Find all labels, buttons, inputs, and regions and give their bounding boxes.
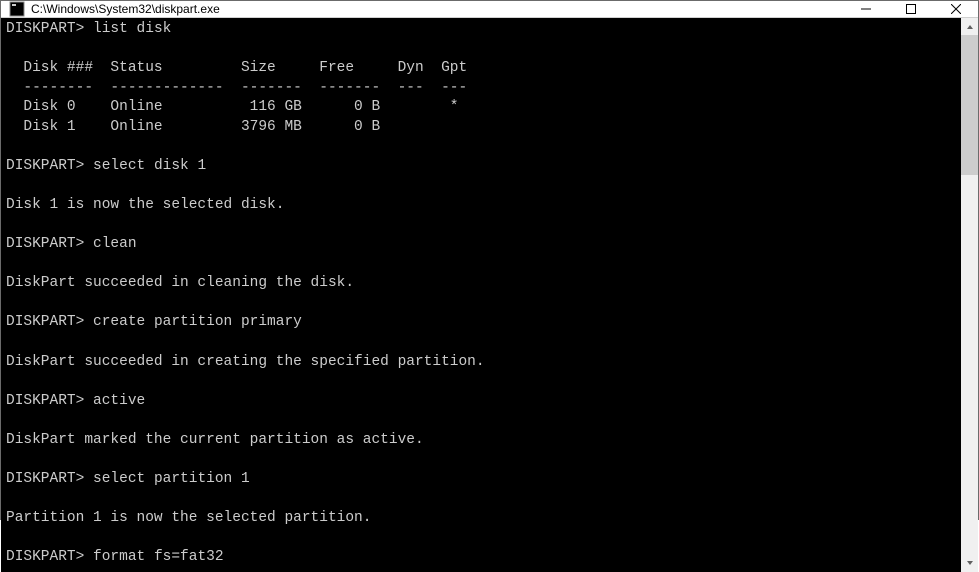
response-text: DiskPart marked the current partition as… — [6, 432, 424, 448]
vertical-scrollbar[interactable] — [961, 18, 978, 572]
table-divider: -------- ------------- ------- ------- -… — [6, 80, 467, 96]
table-row: Disk 1 Online 3796 MB 0 B — [6, 119, 380, 135]
close-button[interactable] — [933, 1, 978, 17]
window-title: C:\Windows\System32\diskpart.exe — [31, 2, 843, 16]
prompt: DISKPART> — [6, 236, 84, 252]
prompt: DISKPART> — [6, 314, 84, 330]
terminal-output[interactable]: DISKPART> list disk Disk ### Status Size… — [1, 18, 961, 572]
maximize-button[interactable] — [888, 1, 933, 17]
prompt: DISKPART> — [6, 21, 84, 37]
response-text: Disk 1 is now the selected disk. — [6, 197, 284, 213]
response-text: Partition 1 is now the selected partitio… — [6, 510, 371, 526]
window-controls — [843, 1, 978, 17]
command-text: select disk 1 — [93, 158, 206, 174]
prompt: DISKPART> — [6, 393, 84, 409]
prompt: DISKPART> — [6, 158, 84, 174]
app-window: C:\Windows\System32\diskpart.exe DISKPAR… — [0, 0, 979, 520]
prompt: DISKPART> — [6, 549, 84, 565]
prompt: DISKPART> — [6, 471, 84, 487]
command-text: select partition 1 — [93, 471, 250, 487]
scroll-up-button[interactable] — [961, 18, 978, 35]
table-row: Disk 0 Online 116 GB 0 B * — [6, 99, 458, 115]
table-header: Disk ### Status Size Free Dyn Gpt — [6, 60, 467, 76]
response-text: DiskPart succeeded in cleaning the disk. — [6, 275, 354, 291]
terminal-area: DISKPART> list disk Disk ### Status Size… — [1, 18, 978, 572]
command-text: list disk — [93, 21, 171, 37]
response-text: DiskPart succeeded in creating the speci… — [6, 354, 485, 370]
command-text: clean — [93, 236, 137, 252]
minimize-button[interactable] — [843, 1, 888, 17]
command-text: create partition primary — [93, 314, 302, 330]
scroll-down-button[interactable] — [961, 555, 978, 572]
scroll-thumb[interactable] — [961, 35, 978, 175]
command-text: format fs=fat32 — [93, 549, 224, 565]
titlebar[interactable]: C:\Windows\System32\diskpart.exe — [1, 1, 978, 18]
app-icon — [9, 1, 25, 17]
command-text: active — [93, 393, 145, 409]
